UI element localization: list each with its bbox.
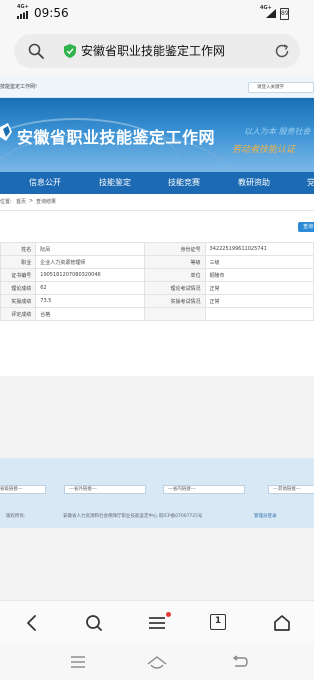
nav-item-competition[interactable]: 技能竞赛	[168, 172, 200, 194]
browser-address-area: 安徽省职业技能鉴定工作网	[0, 26, 314, 76]
table-row: 实操成绩 73.5 实操考试情况 正常	[0, 294, 314, 308]
back-nav-icon[interactable]	[231, 654, 249, 670]
result-value: 三级	[204, 255, 314, 269]
copyright-text: 安徽省人力资源和社会保障厅职业技能鉴定中心 皖ICP备07007725号	[63, 514, 203, 519]
back-icon[interactable]	[22, 613, 42, 633]
result-value: 正常	[204, 294, 314, 308]
result-label: 姓名	[0, 242, 37, 256]
signal-label: 4G+	[17, 4, 29, 10]
footer-link-select[interactable]: ---省内链接---	[163, 485, 245, 494]
table-row: 证书编号 1905181207080320046 单位 铜陵市	[0, 268, 314, 282]
result-value: 阮凤	[35, 242, 146, 256]
result-label: 评定成绩	[0, 307, 37, 321]
nav-item-info[interactable]: 信息公开	[29, 172, 61, 194]
result-label: 身份证号	[144, 242, 206, 256]
nav-item-appraisal[interactable]: 技能鉴定	[99, 172, 131, 194]
result-value	[204, 307, 314, 321]
result-label	[144, 307, 206, 321]
home-nav-icon[interactable]	[147, 654, 167, 670]
footer-link-select[interactable]: ---省外链接---	[64, 485, 146, 494]
result-panel: 查询 姓名 阮凤 身份证号 342225199611025741 职业 企业人力资源管理师…	[0, 211, 314, 376]
site-title: 安徽省职业技能鉴定工作网	[17, 128, 216, 147]
menu-icon[interactable]	[147, 613, 167, 633]
nav-item-party[interactable]: 党	[307, 172, 314, 194]
result-label: 单位	[144, 268, 206, 282]
result-value: 合格	[35, 307, 146, 321]
site-nav: 信息公开 技能鉴定 技能竞赛 教研资助 党	[0, 172, 314, 194]
secure-shield-icon	[64, 44, 76, 58]
nav-item-research[interactable]: 教研资助	[238, 172, 270, 194]
network-icon	[266, 9, 276, 18]
admin-login-link[interactable]: 管理员登录	[254, 513, 277, 519]
result-value: 62	[35, 281, 146, 295]
table-row: 职业 企业人力资源管理师 等级 三级	[0, 255, 314, 269]
query-button[interactable]: 查询	[298, 222, 314, 232]
web-page: 技能鉴定工作网! 请登入关键字 安徽省职业技能鉴定工作网 以人为本 服务社会 劳…	[0, 76, 314, 600]
result-label: 证书编号	[0, 268, 37, 282]
battery-icon: 89	[280, 8, 289, 20]
recents-icon[interactable]	[69, 654, 87, 670]
footer-link-select[interactable]: ---其他链接---	[268, 485, 314, 494]
signal-icon	[17, 11, 28, 19]
address-site-title[interactable]: 安徽省职业技能鉴定工作网	[81, 43, 225, 59]
result-value: 73.5	[35, 294, 146, 308]
breadcrumb-current: 查询结果	[36, 199, 57, 205]
result-label: 实操成绩	[0, 294, 37, 308]
site-logo-icon	[0, 123, 12, 141]
home-icon[interactable]	[272, 613, 292, 633]
result-value: 1905181207080320046	[35, 268, 146, 282]
site-top-strip: 技能鉴定工作网! 请登入关键字	[0, 76, 314, 98]
result-label: 实操考试情况	[144, 294, 206, 308]
slogan-line-1: 以人为本 服务社会	[244, 127, 311, 136]
table-row: 姓名 阮凤 身份证号 342225199611025741	[0, 242, 314, 256]
banner-slogan: 以人为本 服务社会 劳动者技能认证	[232, 120, 314, 172]
result-label: 等级	[144, 255, 206, 269]
tabs-icon[interactable]: 1	[210, 614, 226, 630]
breadcrumb: 位置: 首页 > 查询结果	[0, 194, 314, 211]
result-value: 342225199611025741	[204, 242, 314, 256]
breadcrumb-home[interactable]: 首页	[16, 198, 26, 205]
notification-dot	[166, 612, 171, 617]
footer-band: ---省级链接--- ---省外链接--- ---省内链接--- ---其他链接…	[0, 458, 314, 528]
result-value: 铜陵市	[204, 268, 314, 282]
breadcrumb-separator: >	[29, 198, 34, 204]
clock-time: 09:56	[34, 6, 69, 20]
result-label: 理论考试情况	[144, 281, 206, 295]
search-icon[interactable]	[28, 43, 44, 59]
reload-icon[interactable]	[274, 43, 290, 59]
result-label: 理论成绩	[0, 281, 37, 295]
breadcrumb-prefix: 位置:	[0, 199, 12, 205]
copyright-label: 版权所有:	[6, 514, 26, 519]
result-value: 正常	[204, 281, 314, 295]
result-label: 职业	[0, 255, 37, 269]
search-icon[interactable]	[84, 613, 104, 633]
table-row: 评定成绩 合格	[0, 307, 314, 321]
site-search-box[interactable]: 请登入关键字	[248, 82, 314, 93]
result-table: 姓名 阮凤 身份证号 342225199611025741 职业 企业人力资源管理师 等级三…	[0, 242, 314, 321]
browser-toolbar: 1	[0, 600, 314, 644]
slogan-line-2: 劳动者技能认证	[232, 145, 296, 155]
table-row: 理论成绩 62 理论考试情况 正常	[0, 281, 314, 295]
welcome-text: 技能鉴定工作网!	[0, 84, 38, 90]
footer-link-select[interactable]: ---省级链接---	[0, 485, 46, 494]
site-banner: 安徽省职业技能鉴定工作网 以人为本 服务社会 劳动者技能认证	[0, 98, 314, 172]
system-nav-bar	[0, 644, 314, 680]
result-value: 企业人力资源管理师	[35, 255, 146, 269]
status-bar: 4G+ 09:56 4G+ 89	[0, 0, 314, 26]
